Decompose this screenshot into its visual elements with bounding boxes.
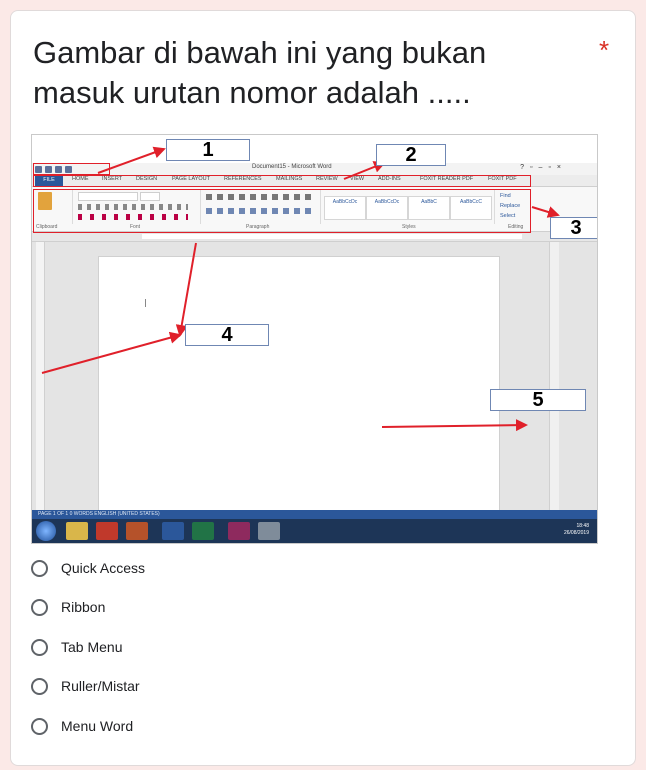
callout-2: 2 <box>376 144 446 166</box>
arrow-4-vertical-ruler <box>41 331 182 374</box>
callout-4: 4 <box>185 324 269 346</box>
callout-3: 3 <box>550 217 597 239</box>
callout-5: 5 <box>490 389 586 411</box>
question-card: Gambar di bawah ini yang bukan masuk uru… <box>10 10 636 766</box>
option-menu-word[interactable]: Menu Word <box>31 714 431 738</box>
option-ruller-mistar[interactable]: Ruller/Mistar <box>31 674 431 698</box>
radio-button[interactable] <box>31 598 48 616</box>
radio-button[interactable] <box>31 638 48 656</box>
arrow-5 <box>381 419 528 432</box>
option-label: Tab Menu <box>61 639 123 655</box>
option-quick-access[interactable]: Quick Access <box>31 556 431 580</box>
question-title: Gambar di bawah ini yang bukan masuk uru… <box>33 35 487 110</box>
annotation-arrows <box>41 146 560 432</box>
radio-button[interactable] <box>31 559 48 577</box>
arrow-1 <box>97 146 166 174</box>
option-ribbon[interactable]: Ribbon <box>31 595 431 619</box>
arrow-3 <box>531 206 560 218</box>
option-label: Quick Access <box>61 560 146 576</box>
radio-button[interactable] <box>31 717 48 735</box>
radio-button[interactable] <box>31 677 48 695</box>
option-label: Menu Word <box>61 718 134 734</box>
option-tab-menu[interactable]: Tab Menu <box>31 635 431 659</box>
required-asterisk: * <box>599 35 610 65</box>
arrow-4-ruler <box>175 242 197 337</box>
question-image: Document15 - Microsoft Word ?▫–▫× FILE H… <box>31 134 598 544</box>
option-label: Ruller/Mistar <box>61 678 140 694</box>
callout-1: 1 <box>166 139 250 161</box>
option-label: Ribbon <box>61 599 106 615</box>
